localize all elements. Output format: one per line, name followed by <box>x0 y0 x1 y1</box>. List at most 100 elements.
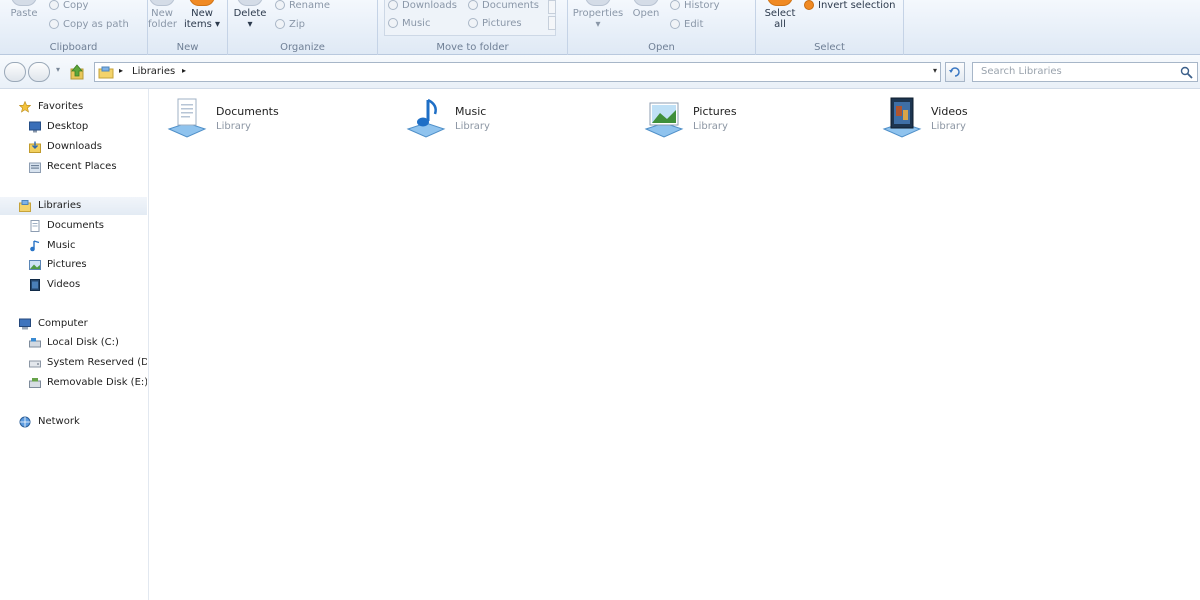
history-button[interactable]: History <box>670 0 720 11</box>
new-items-icon <box>189 0 215 6</box>
documents-icon <box>30 220 40 232</box>
move-to-downloads-button[interactable]: Downloads <box>388 0 457 11</box>
library-documents[interactable]: Documents Library <box>166 95 366 143</box>
search-icon[interactable] <box>1180 66 1193 79</box>
recent-places-icon <box>29 162 41 173</box>
downloads-icon <box>29 141 41 153</box>
delete-button[interactable]: Delete ▾ <box>232 0 268 30</box>
breadcrumb-libraries[interactable]: Libraries <box>132 66 175 77</box>
library-type: Library <box>455 121 490 132</box>
address-field[interactable]: ▸ Libraries ▸ ▾ <box>94 62 941 82</box>
nav-item-recent-places[interactable]: Recent Places <box>0 158 147 176</box>
open-group: Properties ▾ Open History Edit Open <box>568 0 756 55</box>
local-disk-icon <box>29 338 41 348</box>
up-folder-button[interactable] <box>70 64 84 80</box>
nav-item-computer[interactable]: Computer <box>0 315 147 333</box>
move-to-pictures-button[interactable]: Pictures <box>468 18 522 29</box>
select-all-icon <box>767 0 793 6</box>
open-icon <box>633 0 659 6</box>
new-items-button[interactable]: New items ▾ <box>182 0 222 30</box>
nav-item-libraries[interactable]: Libraries <box>0 197 147 215</box>
rename-icon <box>275 0 285 10</box>
properties-dropdown-icon[interactable]: ▾ <box>572 19 624 30</box>
zip-button[interactable]: Zip <box>275 19 305 30</box>
library-type: Library <box>216 121 251 132</box>
nav-item-favorites[interactable]: Favorites <box>0 98 147 116</box>
recent-locations-dropdown-icon[interactable]: ▾ <box>56 65 60 74</box>
forward-button[interactable] <box>28 62 50 82</box>
music-folder-icon <box>388 18 398 28</box>
removable-disk-icon <box>29 378 41 388</box>
new-folder-button[interactable]: New folder <box>148 0 177 30</box>
nav-item-pictures[interactable]: Pictures <box>0 256 147 274</box>
nav-item-downloads[interactable]: Downloads <box>0 138 147 156</box>
rename-button[interactable]: Rename <box>275 0 330 11</box>
library-music[interactable]: Music Library <box>405 95 605 143</box>
history-icon <box>670 0 680 10</box>
select-all-button[interactable]: Select all <box>760 0 800 30</box>
nav-item-local-disk[interactable]: Local Disk (C:) <box>0 334 147 352</box>
favorites-star-icon <box>19 101 31 113</box>
pictures-folder-icon <box>468 18 478 28</box>
open-button[interactable]: Open <box>630 0 662 19</box>
library-type: Library <box>931 121 966 132</box>
search-box[interactable]: Search Libraries <box>972 62 1198 82</box>
properties-button[interactable]: Properties ▾ <box>572 0 624 30</box>
select-group: Select all Invert selection Select <box>756 0 904 55</box>
computer-icon <box>19 318 31 330</box>
gallery-scroll-up[interactable] <box>548 0 556 14</box>
address-dropdown-icon[interactable]: ▾ <box>933 66 937 75</box>
copy-path-icon <box>49 19 59 29</box>
paste-button[interactable]: Paste <box>6 0 42 19</box>
properties-icon <box>585 0 611 6</box>
library-name: Documents <box>216 105 279 118</box>
pictures-icon <box>29 260 41 270</box>
search-input[interactable]: Search Libraries <box>981 66 1062 77</box>
organize-group-label: Organize <box>280 42 325 53</box>
paste-icon <box>11 0 37 6</box>
nav-item-desktop[interactable]: Desktop <box>0 118 147 136</box>
copy-as-path-button[interactable]: Copy as path <box>49 19 129 30</box>
nav-item-music[interactable]: Music <box>0 237 147 255</box>
library-pictures[interactable]: Pictures Library <box>643 95 843 143</box>
breadcrumb-separator-icon[interactable]: ▸ <box>119 66 123 75</box>
move-to-documents-button[interactable]: Documents <box>468 0 539 11</box>
breadcrumb-separator-icon[interactable]: ▸ <box>182 66 186 75</box>
select-group-label: Select <box>814 42 845 53</box>
clipboard-group: Paste Copy Copy as path Clipboard <box>0 0 148 55</box>
videos-library-icon <box>882 97 922 138</box>
clipboard-group-label: Clipboard <box>49 42 98 53</box>
new-group: New folder New items ▾ New <box>148 0 228 55</box>
nav-item-documents[interactable]: Documents <box>0 217 147 235</box>
copy-button[interactable]: Copy <box>49 0 88 11</box>
edit-button[interactable]: Edit <box>670 19 703 30</box>
libraries-icon <box>19 200 31 212</box>
back-button[interactable] <box>4 62 26 82</box>
videos-icon <box>30 279 40 291</box>
delete-icon <box>237 0 263 6</box>
gallery-scroll-down[interactable] <box>548 16 556 30</box>
navigation-pane: Favorites Desktop Downloads Recent Place… <box>0 89 149 600</box>
nav-item-system-reserved[interactable]: System Reserved (D: <box>0 354 147 372</box>
refresh-button[interactable] <box>945 62 965 82</box>
open-group-label: Open <box>648 42 675 53</box>
move-to-folder-group-label: Move to folder <box>436 42 509 53</box>
library-name: Music <box>455 105 487 118</box>
library-name: Videos <box>931 105 968 118</box>
nav-item-videos[interactable]: Videos <box>0 276 147 294</box>
delete-dropdown-icon[interactable]: ▾ <box>232 19 268 30</box>
desktop-icon <box>29 121 41 133</box>
pictures-library-icon <box>644 102 684 138</box>
nav-item-network[interactable]: Network <box>0 413 147 431</box>
ribbon: Paste Copy Copy as path Clipboard New fo… <box>0 0 1200 55</box>
nav-item-removable-disk[interactable]: Removable Disk (E:) <box>0 374 147 392</box>
libraries-icon <box>98 66 114 79</box>
library-videos[interactable]: Videos Library <box>881 95 1081 143</box>
address-bar-row: ▾ ▸ Libraries ▸ ▾ Search Libraries <box>0 55 1200 89</box>
up-arrow-icon <box>70 64 84 80</box>
invert-selection-button[interactable]: Invert selection <box>804 0 896 11</box>
documents-folder-icon <box>468 0 478 10</box>
move-to-music-button[interactable]: Music <box>388 18 430 29</box>
invert-selection-icon <box>804 0 814 10</box>
organize-group: Delete ▾ Rename Zip Organize <box>228 0 378 55</box>
